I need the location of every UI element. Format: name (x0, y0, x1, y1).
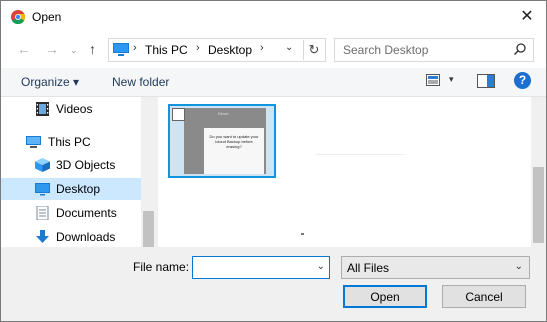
desktop-icon (35, 183, 50, 196)
up-icon[interactable]: ↑ (89, 41, 96, 57)
refresh-button[interactable]: ↻ (303, 40, 324, 60)
back-icon[interactable]: ← (17, 41, 31, 57)
breadcrumb-this-pc[interactable]: This PC (145, 43, 188, 57)
file-name-input[interactable] (193, 257, 312, 278)
sidebar-item-label: Desktop (56, 182, 101, 196)
file-type-select[interactable]: All Files ⌄ (341, 256, 530, 279)
cube-icon (35, 158, 50, 172)
sidebar-item-label: 3D Objects (56, 158, 116, 172)
file-list: Reset Do you want to update your Icloud … (158, 97, 531, 247)
new-folder-button[interactable]: New folder (112, 75, 169, 89)
cancel-button[interactable]: Cancel (442, 285, 526, 308)
address-bar[interactable]: › This PC › Desktop › ⌄ ↻ (108, 38, 326, 62)
download-icon (36, 230, 49, 243)
file-name-combobox: ⌄ (192, 256, 330, 279)
close-button[interactable]: ✕ (514, 4, 540, 30)
window-title: Open (32, 10, 62, 24)
navigation-scrollbar[interactable] (141, 97, 156, 247)
breadcrumb-separator[interactable]: › (196, 42, 200, 54)
computer-icon (113, 43, 129, 56)
close-icon: ✕ (520, 8, 534, 25)
forward-icon[interactable]: → (45, 41, 59, 57)
address-row: ← → ⌄ ↑ › This PC › Desktop › ⌄ ↻ (1, 32, 546, 68)
sidebar-item-videos[interactable]: Videos (1, 98, 141, 120)
selection-checkbox[interactable] (172, 108, 185, 121)
file-type-value: All Files (347, 261, 390, 275)
address-dropdown-icon[interactable]: ⌄ (285, 42, 293, 53)
open-dialog: Open ✕ ← → ⌄ ↑ › This PC › Desktop › ⌄ ↻ (0, 0, 547, 322)
search-icon[interactable] (513, 42, 527, 56)
thumbnail-text: Reset (218, 111, 229, 116)
computer-icon (26, 136, 41, 148)
organize-button[interactable]: Organize ▾ (21, 75, 79, 89)
preview-pane-icon[interactable] (477, 74, 495, 88)
recent-locations-icon[interactable]: ⌄ (70, 45, 78, 56)
search-box (334, 38, 534, 62)
sidebar-item-3d-objects[interactable]: 3D Objects (1, 154, 141, 176)
sidebar-item-label: Downloads (56, 230, 116, 244)
breadcrumb-separator[interactable]: › (133, 42, 137, 54)
view-options-icon[interactable] (426, 74, 440, 86)
thumbnail-dialog: Do you want to update your Icloud Backup… (204, 128, 264, 174)
file-name-dropdown-icon[interactable]: ⌄ (317, 261, 325, 272)
breadcrumb-desktop[interactable]: Desktop (208, 43, 252, 57)
divider (316, 154, 406, 155)
document-icon (36, 206, 49, 220)
file-name-label: File name: (133, 260, 190, 274)
sidebar-item-documents[interactable]: Documents (1, 202, 141, 224)
command-toolbar: Organize ▾ New folder ▾ ? (1, 68, 546, 97)
sidebar-item-downloads[interactable]: Downloads (1, 226, 141, 248)
title-bar: Open ✕ (1, 1, 546, 32)
file-list-scrollbar-thumb[interactable] (533, 167, 544, 243)
film-icon (36, 102, 49, 116)
sidebar-item-label: This PC (48, 135, 91, 149)
cursor-mark (301, 233, 304, 235)
sidebar-item-desktop[interactable]: Desktop (1, 178, 141, 200)
open-button[interactable]: Open (343, 285, 427, 308)
navigation-pane: Videos This PC 3D Objects Desktop Docume… (1, 97, 156, 247)
thumbnail-text: erasing? (226, 144, 242, 149)
search-input[interactable] (335, 39, 513, 61)
sidebar-item-label: Documents (56, 206, 117, 220)
chrome-icon (11, 10, 25, 24)
refresh-icon: ↻ (308, 42, 320, 57)
file-list-scrollbar[interactable] (531, 97, 546, 247)
dialog-footer: File name: ⌄ All Files ⌄ Open Cancel (1, 248, 546, 321)
breadcrumb-separator[interactable]: › (260, 42, 264, 54)
navigation-scrollbar-thumb[interactable] (143, 211, 154, 247)
sidebar-item-this-pc[interactable]: This PC (1, 131, 141, 153)
file-type-dropdown-icon: ⌄ (514, 261, 523, 272)
file-item[interactable]: Reset Do you want to update your Icloud … (168, 104, 276, 178)
help-button[interactable]: ? (514, 72, 531, 89)
file-thumbnail: Reset Do you want to update your Icloud … (184, 108, 266, 174)
sidebar-item-label: Videos (56, 102, 93, 116)
view-dropdown-icon[interactable]: ▾ (449, 74, 454, 85)
